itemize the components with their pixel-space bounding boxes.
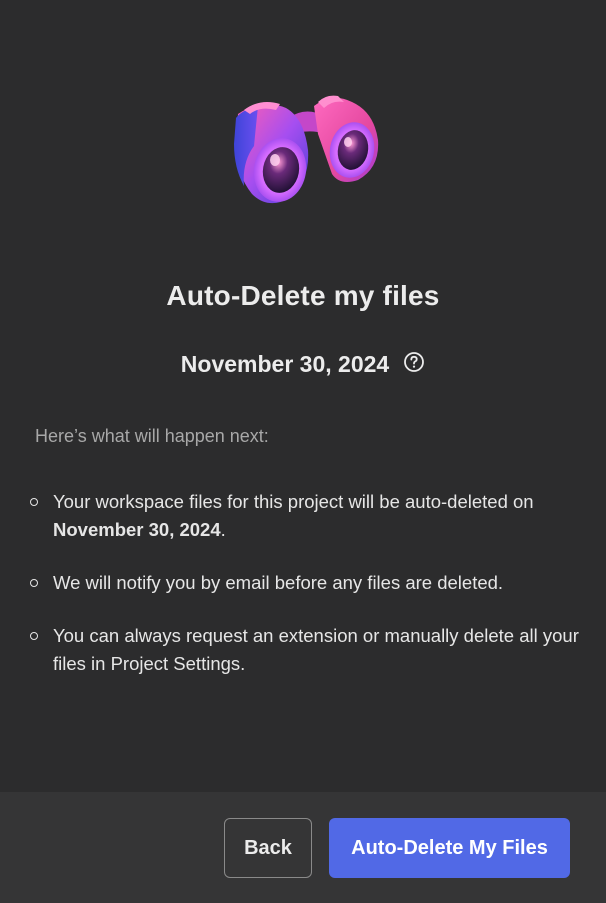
auto-delete-button[interactable]: Auto-Delete My Files <box>329 818 570 878</box>
binoculars-icon <box>234 95 379 204</box>
question-circle-icon[interactable] <box>403 351 425 373</box>
bullet-icon <box>30 632 38 640</box>
date-row: November 30, 2024 <box>0 351 606 378</box>
bullet-icon <box>30 579 38 587</box>
list-item: Your workspace files for this project wi… <box>30 488 580 544</box>
next-steps-list: Your workspace files for this project wi… <box>30 488 580 703</box>
list-item: We will notify you by email before any f… <box>30 569 580 597</box>
dialog-footer: Back Auto-Delete My Files <box>0 792 606 903</box>
intro-text: Here’s what will happen next: <box>35 426 269 446</box>
list-item-text: You can always request an extension or m… <box>53 625 579 674</box>
deletion-date: November 30, 2024 <box>180 351 390 377</box>
list-item: You can always request an extension or m… <box>30 622 580 678</box>
list-item-text-after: . <box>220 519 226 540</box>
list-item-text-before: Your workspace files for this project wi… <box>53 491 534 512</box>
dialog-title: Auto-Delete my files <box>166 280 440 311</box>
list-item-date: November 30, 2024 <box>53 519 221 540</box>
back-button[interactable]: Back <box>224 818 312 878</box>
list-item-text: We will notify you by email before any f… <box>53 572 504 593</box>
bullet-icon <box>30 498 38 506</box>
dialog-body: Auto-Delete my files November 30, 2024 H… <box>0 0 606 792</box>
